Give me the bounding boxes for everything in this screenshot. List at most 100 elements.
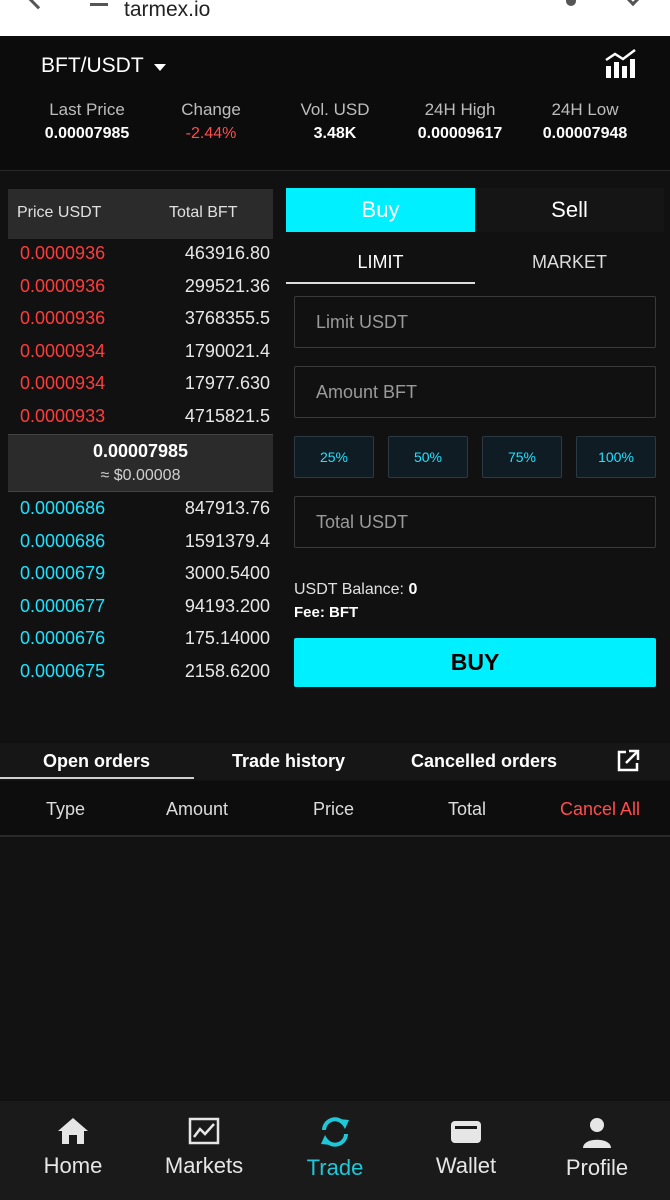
stat-value: 0.00007948 xyxy=(542,125,628,142)
bid-price: 0.0000676 xyxy=(20,628,106,648)
nav-markets[interactable]: Markets xyxy=(149,1101,259,1179)
ask-total: 1790021.4 xyxy=(184,340,270,361)
bid-price: 0.0000686 xyxy=(20,530,106,551)
bottom-nav: Home Markets Trade Wallet Profile xyxy=(0,1101,670,1200)
orders-list-empty xyxy=(0,839,670,1100)
ask-price: 0.0000934 xyxy=(20,340,106,361)
col-price: Price xyxy=(313,799,355,819)
ask-price: 0.0000936 xyxy=(20,243,106,263)
bid-list: 0.0000686 847913.76 0.0000686 1591379.4 0.… xyxy=(8,493,273,688)
bid-row[interactable]: 0.0000679 3000.5400 xyxy=(8,558,273,591)
nav-label: Markets xyxy=(164,1153,244,1178)
stat-label: Vol. USD xyxy=(300,100,370,119)
bid-total: 94193.200 xyxy=(184,595,270,616)
stat-volume: Vol. USD 3.48K xyxy=(270,100,400,143)
order-type-tabs: LIMIT MARKET xyxy=(286,240,664,284)
ask-total: 17977.630 xyxy=(184,373,270,393)
bid-total: 847913.76 xyxy=(184,498,270,518)
stat-label: 24H High xyxy=(424,100,496,119)
bid-row[interactable]: 0.0000676 175.14000 xyxy=(8,623,273,656)
browser-url[interactable]: tarmex.io xyxy=(124,0,210,22)
pct-25-button[interactable]: 25% xyxy=(294,436,374,478)
chart-icon[interactable] xyxy=(603,48,641,80)
bid-row[interactable]: 0.0000677 94193.200 xyxy=(8,591,273,624)
cancel-all-button[interactable]: Cancel All xyxy=(560,799,640,820)
back-icon[interactable] xyxy=(26,0,50,10)
orders-tabs: Open orders Trade history Cancelled orde… xyxy=(0,743,670,780)
amount-input[interactable] xyxy=(295,367,655,417)
nav-wallet[interactable]: Wallet xyxy=(411,1101,521,1179)
ask-row[interactable]: 0.0000936 299521.36 xyxy=(8,271,273,304)
ask-list: 0.0000936 463916.80 0.0000936 299521.36 0.… xyxy=(8,238,273,433)
bid-row[interactable]: 0.0000675 2158.6200 xyxy=(8,656,273,689)
col-amount: Amount xyxy=(166,799,229,819)
usdt-balance: USDT Balance: 0 xyxy=(294,581,417,599)
buy-button[interactable]: BUY xyxy=(294,638,656,687)
market-header: BFT/USDT Last Price 0.00007985 Change -2… xyxy=(0,36,670,171)
pair-selector[interactable]: BFT/USDT xyxy=(41,54,166,78)
tab-trade-history[interactable]: Trade history xyxy=(232,751,345,772)
fee-label: Fee: BFT xyxy=(294,604,359,621)
active-tab-indicator xyxy=(0,777,194,779)
col-type: Type xyxy=(46,799,86,819)
ask-price: 0.0000934 xyxy=(20,373,106,393)
expand-icon[interactable] xyxy=(625,0,641,7)
bid-total: 175.14000 xyxy=(184,628,270,648)
bid-total: 1591379.4 xyxy=(184,530,270,551)
stat-last-price: Last Price 0.00007985 xyxy=(22,100,152,143)
pct-100-button[interactable]: 100% xyxy=(576,436,656,478)
ask-price: 0.0000933 xyxy=(20,405,106,426)
bid-price: 0.0000679 xyxy=(20,563,106,583)
ask-total: 4715821.5 xyxy=(184,405,270,426)
limit-price-input[interactable] xyxy=(295,297,655,347)
stat-value: -2.44% xyxy=(185,125,237,142)
ask-row[interactable]: 0.0000934 1790021.4 xyxy=(8,336,273,369)
ask-row[interactable]: 0.0000936 3768355.5 xyxy=(8,303,273,336)
wallet-icon xyxy=(451,1121,481,1143)
stat-label: 24H Low xyxy=(551,100,619,119)
home-icon xyxy=(58,1118,88,1144)
nav-home[interactable]: Home xyxy=(18,1101,128,1179)
bid-row[interactable]: 0.0000686 1591379.4 xyxy=(8,526,273,559)
ask-row[interactable]: 0.0000934 17977.630 xyxy=(8,368,273,401)
total-field xyxy=(294,496,656,548)
tab-limit[interactable]: LIMIT xyxy=(286,240,475,284)
nav-trade[interactable]: Trade xyxy=(280,1101,390,1181)
last-price-usd: ≈ $0.00008 xyxy=(100,467,181,484)
caret-down-icon xyxy=(153,63,166,71)
last-price-value: 0.00007985 xyxy=(92,441,189,461)
amount-field xyxy=(294,366,656,418)
pair-label: BFT/USDT xyxy=(41,54,144,77)
stat-value: 3.48K xyxy=(313,125,357,142)
tab-cancelled-orders[interactable]: Cancelled orders xyxy=(411,751,557,772)
tab-buy[interactable]: Buy xyxy=(286,188,475,232)
tab-icon[interactable] xyxy=(90,0,108,6)
ask-price: 0.0000936 xyxy=(20,275,106,296)
tab-market[interactable]: MARKET xyxy=(475,240,664,284)
percent-buttons: 25% 50% 75% 100% xyxy=(294,436,656,478)
nav-label: Home xyxy=(43,1153,103,1178)
stat-label: Change xyxy=(181,100,241,119)
stat-value: 0.00009617 xyxy=(417,125,503,142)
menu-icon[interactable] xyxy=(566,0,576,6)
total-input[interactable] xyxy=(295,497,655,547)
nav-profile[interactable]: Profile xyxy=(542,1101,652,1181)
external-link-icon[interactable] xyxy=(615,748,641,774)
orders-table-header: Type Amount Price Total Cancel All xyxy=(0,781,670,837)
ask-total: 299521.36 xyxy=(184,275,270,296)
browser-url-bar: tarmex.io xyxy=(0,0,670,36)
balance-value: 0 xyxy=(408,581,418,598)
ask-row[interactable]: 0.0000933 4715821.5 xyxy=(8,401,273,434)
ask-total: 3768355.5 xyxy=(184,308,270,328)
tab-open-orders[interactable]: Open orders xyxy=(43,751,150,772)
bid-row[interactable]: 0.0000686 847913.76 xyxy=(8,493,273,526)
bid-price: 0.0000675 xyxy=(20,660,106,681)
tab-sell[interactable]: Sell xyxy=(475,188,664,232)
ask-price: 0.0000936 xyxy=(20,308,106,328)
nav-label: Profile xyxy=(565,1155,629,1180)
pct-50-button[interactable]: 50% xyxy=(388,436,468,478)
pct-75-button[interactable]: 75% xyxy=(482,436,562,478)
col-total: Total xyxy=(448,799,487,819)
ask-row[interactable]: 0.0000936 463916.80 xyxy=(8,238,273,271)
bid-price: 0.0000677 xyxy=(20,595,106,616)
